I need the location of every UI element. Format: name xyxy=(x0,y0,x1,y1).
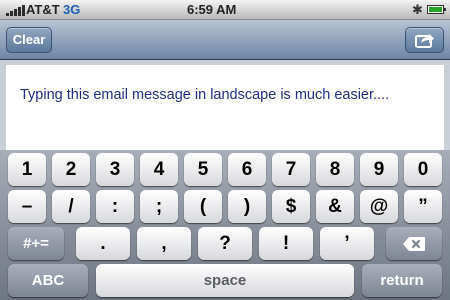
abc-key[interactable]: ABC xyxy=(8,264,88,297)
keyboard: 1 2 3 4 5 6 7 8 9 0 – / : ; ( ) $ & @ ” … xyxy=(0,150,450,300)
status-time: 6:59 AM xyxy=(187,2,237,17)
key-1[interactable]: 1 xyxy=(8,153,46,186)
key-8[interactable]: 8 xyxy=(316,153,354,186)
key-close-paren[interactable]: ) xyxy=(228,190,266,223)
message-body-text: Typing this email message in landscape i… xyxy=(20,87,390,103)
message-body-field[interactable]: Typing this email message in landscape i… xyxy=(6,65,444,150)
return-key[interactable]: return xyxy=(362,264,442,297)
key-4[interactable]: 4 xyxy=(140,153,178,186)
battery-icon xyxy=(427,5,446,14)
key-semicolon[interactable]: ; xyxy=(140,190,178,223)
key-apostrophe[interactable]: ’ xyxy=(320,227,374,260)
network-type: 3G xyxy=(63,2,81,17)
share-icon xyxy=(415,34,434,48)
key-dash[interactable]: – xyxy=(8,190,46,223)
nav-bar: Clear xyxy=(0,20,450,60)
key-0[interactable]: 0 xyxy=(404,153,442,186)
key-comma[interactable]: , xyxy=(137,227,191,260)
key-period[interactable]: . xyxy=(76,227,130,260)
backspace-icon xyxy=(403,237,425,251)
key-ampersand[interactable]: & xyxy=(316,190,354,223)
key-5[interactable]: 5 xyxy=(184,153,222,186)
key-open-paren[interactable]: ( xyxy=(184,190,222,223)
message-area: Typing this email message in landscape i… xyxy=(0,60,450,150)
delete-key[interactable] xyxy=(386,227,442,260)
more-symbols-key[interactable]: #+= xyxy=(8,227,64,260)
key-2[interactable]: 2 xyxy=(52,153,90,186)
key-at[interactable]: @ xyxy=(360,190,398,223)
carrier-name: AT&T xyxy=(26,2,60,17)
space-key[interactable]: space xyxy=(96,264,354,297)
key-slash[interactable]: / xyxy=(52,190,90,223)
key-3[interactable]: 3 xyxy=(96,153,134,186)
key-7[interactable]: 7 xyxy=(272,153,310,186)
clear-button[interactable]: Clear xyxy=(6,27,52,53)
key-colon[interactable]: : xyxy=(96,190,134,223)
key-exclamation[interactable]: ! xyxy=(259,227,313,260)
key-question[interactable]: ? xyxy=(198,227,252,260)
key-quote[interactable]: ” xyxy=(404,190,442,223)
bluetooth-icon: ✱ xyxy=(412,2,423,17)
key-dollar[interactable]: $ xyxy=(272,190,310,223)
key-9[interactable]: 9 xyxy=(360,153,398,186)
share-button[interactable] xyxy=(405,27,444,53)
key-6[interactable]: 6 xyxy=(228,153,266,186)
status-bar: AT&T 3G 6:59 AM ✱ xyxy=(0,0,450,20)
